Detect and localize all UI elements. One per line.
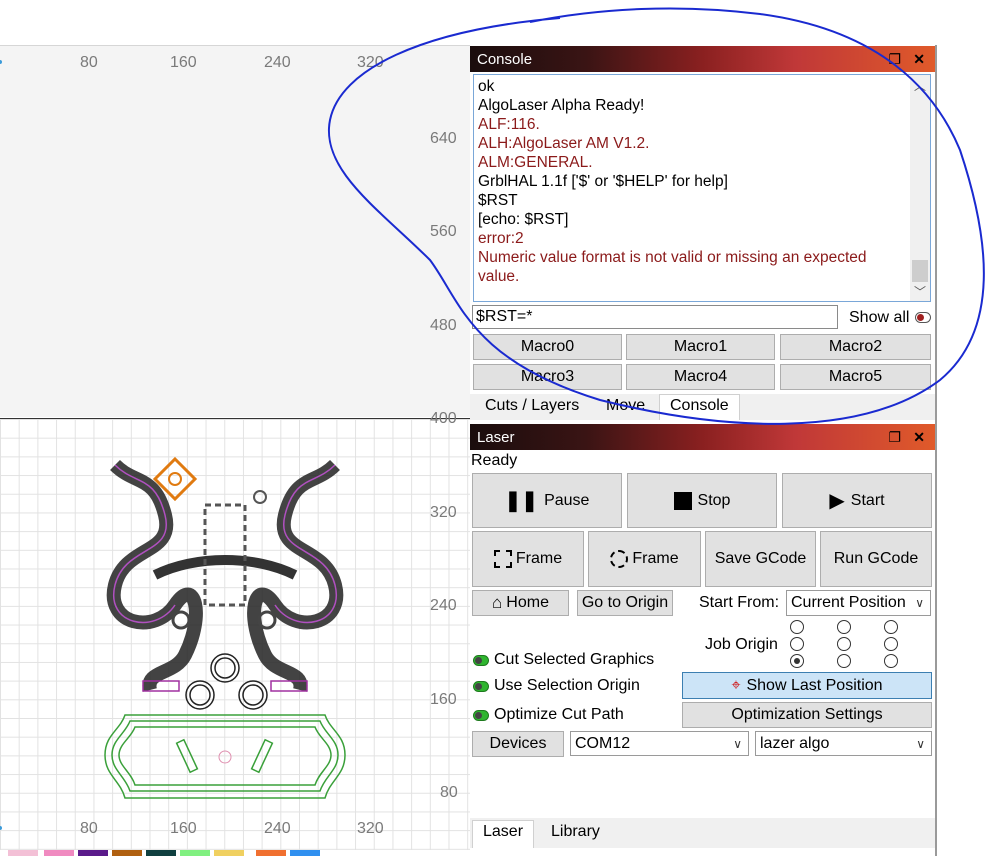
annotation-circle-overlay: [327, 7, 985, 425]
app-window: 80 160 240 320 640 560 480 400 320 240 1…: [0, 0, 988, 856]
